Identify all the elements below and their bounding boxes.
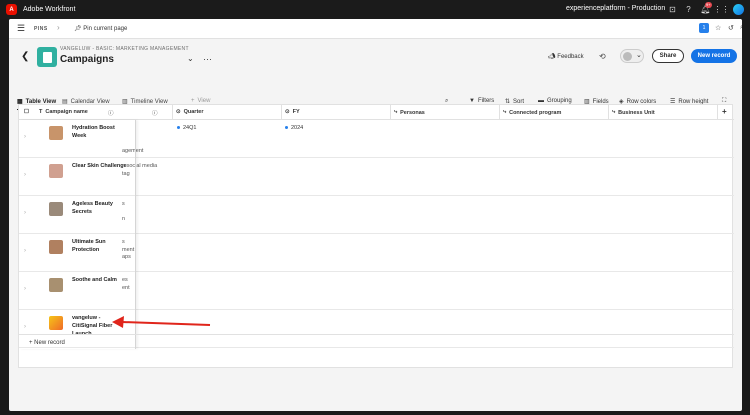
column-label: FY	[292, 109, 300, 115]
more-options-icon[interactable]: ···	[203, 54, 212, 64]
column-divider[interactable]	[281, 105, 282, 120]
page-title: Campaigns	[60, 54, 114, 65]
column-divider[interactable]	[717, 105, 718, 120]
star-icon[interactable]: ☆	[715, 24, 721, 32]
add-column-button[interactable]: +	[722, 107, 727, 116]
column-fy[interactable]: ⊙ FY	[285, 109, 300, 115]
pin-current-page[interactable]: 📌︎ Pin current page	[74, 25, 127, 32]
pin-icon: 📌︎	[74, 26, 84, 32]
back-arrow-icon[interactable]: ❮	[21, 51, 29, 62]
feedback-label: Feedback	[557, 54, 584, 60]
column-quarter[interactable]: ⊙ Quarter	[176, 109, 203, 115]
adobe-logo-icon[interactable]: A	[6, 4, 17, 15]
add-new-record-row[interactable]: + New record	[19, 334, 734, 354]
chevron-right-icon: ›	[57, 23, 60, 32]
megaphone-icon: 📣︎	[548, 54, 558, 60]
menu-icon[interactable]: ☰	[17, 23, 27, 33]
quarter-cell[interactable]: 24Q1	[177, 125, 196, 131]
share-button[interactable]: Share	[652, 49, 684, 63]
column-divider[interactable]	[499, 105, 500, 120]
connection-icon: ⤷	[503, 109, 507, 115]
chevron-down-icon: ⌄	[636, 52, 642, 59]
column-divider[interactable]	[608, 105, 609, 120]
pins-label[interactable]: PINS	[34, 26, 48, 32]
column-connected-program[interactable]: ⤷ Connected program	[503, 109, 561, 116]
column-personas[interactable]: ⤷ Personas	[394, 109, 425, 116]
column-label: Connected program	[509, 109, 562, 116]
connection-icon: ⤷	[612, 109, 616, 115]
feedback-button[interactable]: 📣︎ Feedback	[548, 53, 584, 60]
column-label: Campaign name	[45, 109, 88, 115]
column-business-unit[interactable]: ⤷ Business Unit	[612, 109, 655, 116]
environment-switcher[interactable]: experienceplatform - Production	[566, 5, 665, 12]
breadcrumb[interactable]: VANGELUW - BASIC: MARKETING MANAGEMENT	[60, 46, 189, 52]
column-label: Personas	[400, 109, 425, 116]
workfront-app: ☰ PINS › 📌︎ Pin current page 1 ☆ ↺ ⌕ ❮ V…	[9, 19, 742, 411]
frozen-column-shadow	[19, 120, 136, 349]
counter-badge[interactable]: 1	[699, 23, 709, 33]
app-name: Adobe Workfront	[23, 6, 76, 13]
records-table: ☐ T Campaign name ⓘ ⓘ ⊙ Quarter ⊙ FY ⤷ Perso…	[18, 104, 734, 368]
pins-bar: ☰ PINS › 📌︎ Pin current page 1 ☆ ↺ ⌕	[9, 19, 742, 39]
recent-icon[interactable]: ↺	[728, 24, 734, 32]
top-bar: A Adobe Workfront experienceplatform - P…	[0, 0, 750, 19]
info-icon[interactable]: ⓘ	[108, 109, 114, 117]
column-label: Business Unit	[618, 109, 655, 116]
campaign-object-icon	[37, 47, 57, 67]
new-record-label: New record	[34, 340, 65, 346]
select-all-checkbox[interactable]: ☐	[24, 109, 29, 115]
column-divider[interactable]	[172, 105, 173, 120]
help-icon[interactable]: ⊡	[667, 4, 678, 15]
text-field-icon: T	[39, 109, 43, 115]
search-icon[interactable]: ⌕	[740, 24, 742, 32]
chevron-down-icon[interactable]: ⌄	[187, 54, 194, 63]
formula-icon: ⊙	[285, 109, 290, 115]
notification-badge: 9+	[705, 2, 712, 8]
connection-icon: ⤷	[394, 109, 398, 115]
formula-icon: ⊙	[176, 109, 181, 115]
new-record-button[interactable]: New record	[691, 49, 737, 63]
user-picker[interactable]: ⌄	[620, 49, 644, 63]
user-icon	[623, 52, 632, 61]
fy-cell[interactable]: 2024	[285, 125, 303, 131]
column-divider[interactable]	[390, 105, 391, 120]
apps-grid-icon[interactable]: ⋮⋮	[714, 4, 730, 15]
history-icon[interactable]: ⟲	[599, 52, 606, 61]
pin-current-label: Pin current page	[83, 26, 128, 32]
column-campaign-name[interactable]: T Campaign name	[39, 109, 88, 115]
info-icon[interactable]: ⓘ	[152, 109, 158, 117]
column-label: Quarter	[183, 109, 204, 115]
question-icon[interactable]: ?	[683, 4, 694, 15]
user-avatar[interactable]	[733, 4, 744, 15]
table-header: ☐ T Campaign name ⓘ ⓘ ⊙ Quarter ⊙ FY ⤷ Perso…	[19, 105, 734, 120]
